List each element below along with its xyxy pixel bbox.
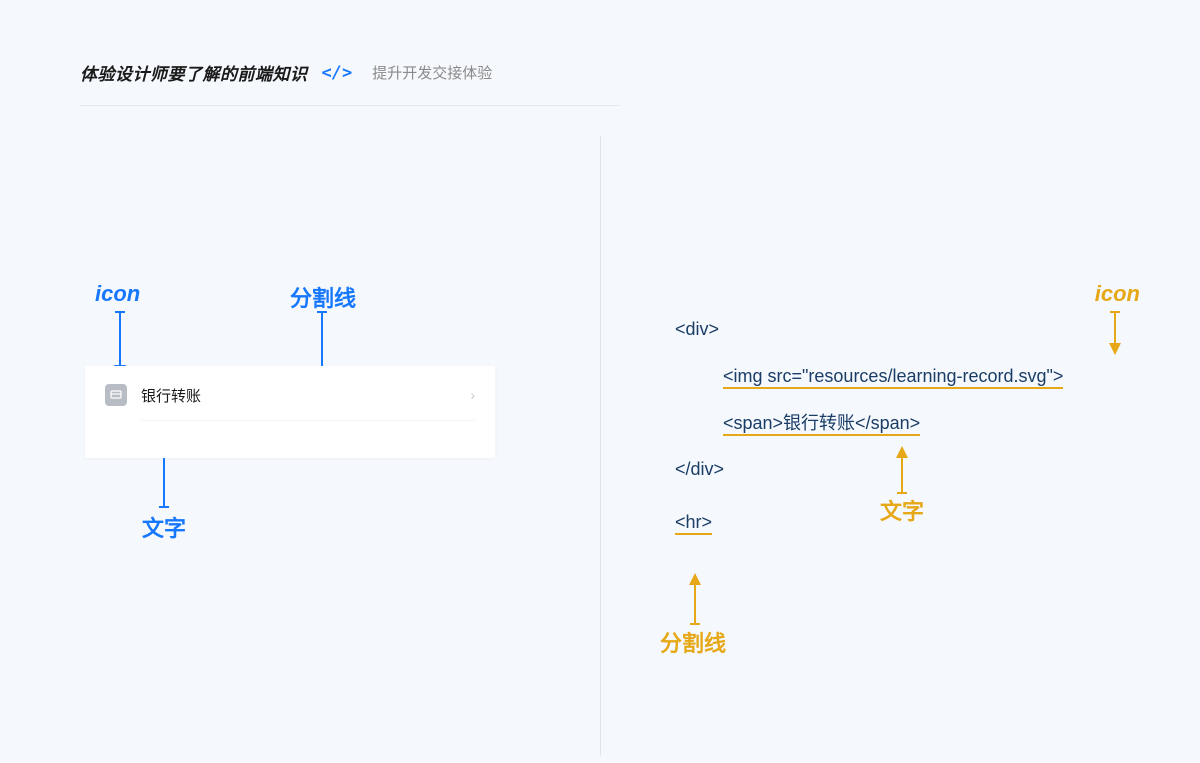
header-divider [80,105,620,106]
code-block: <div> <img src="resources/learning-recor… [675,306,1063,546]
label-divider: 分割线 [290,281,356,313]
code-line: <img src="resources/learning-record.svg"… [675,353,1063,400]
content-area: icon 分割线 文字 [0,136,1200,736]
code-img-line: <img src="resources/learning-record.svg"… [723,366,1063,389]
arrow-down-icon [1108,311,1122,355]
list-item-label: 银行转账 [141,385,201,406]
code-span-line: <span>银行转账</span> [723,413,920,436]
label-divider-right: 分割线 [660,626,726,658]
page-title: 体验设计师要了解的前端知识 [80,60,308,85]
code-line: <span>银行转账</span> [675,400,1063,447]
chevron-right-icon: › [470,387,475,403]
code-line: <div> [675,306,1063,353]
arrow-up-icon [688,573,702,625]
list-item-row[interactable]: 银行转账 › [85,366,495,420]
page-header: 体验设计师要了解的前端知识 </> 提升开发交接体验 [0,0,1200,105]
right-panel: icon 文字 分割线 <div> <img src="resources/le… [600,136,1200,736]
code-line: </div> [675,446,1063,493]
label-icon: icon [95,281,140,307]
left-panel: icon 分割线 文字 [0,136,600,736]
bank-transfer-icon [105,384,127,406]
list-item-card: 银行转账 › [85,366,495,458]
label-text: 文字 [142,511,186,543]
code-bracket-icon: </> [322,63,353,83]
code-hr-line: <hr> [675,512,712,535]
item-divider [141,420,475,421]
code-line: <hr> [675,499,1063,546]
page-subtitle: 提升开发交接体验 [372,62,492,83]
label-icon-right: icon [1095,281,1140,307]
